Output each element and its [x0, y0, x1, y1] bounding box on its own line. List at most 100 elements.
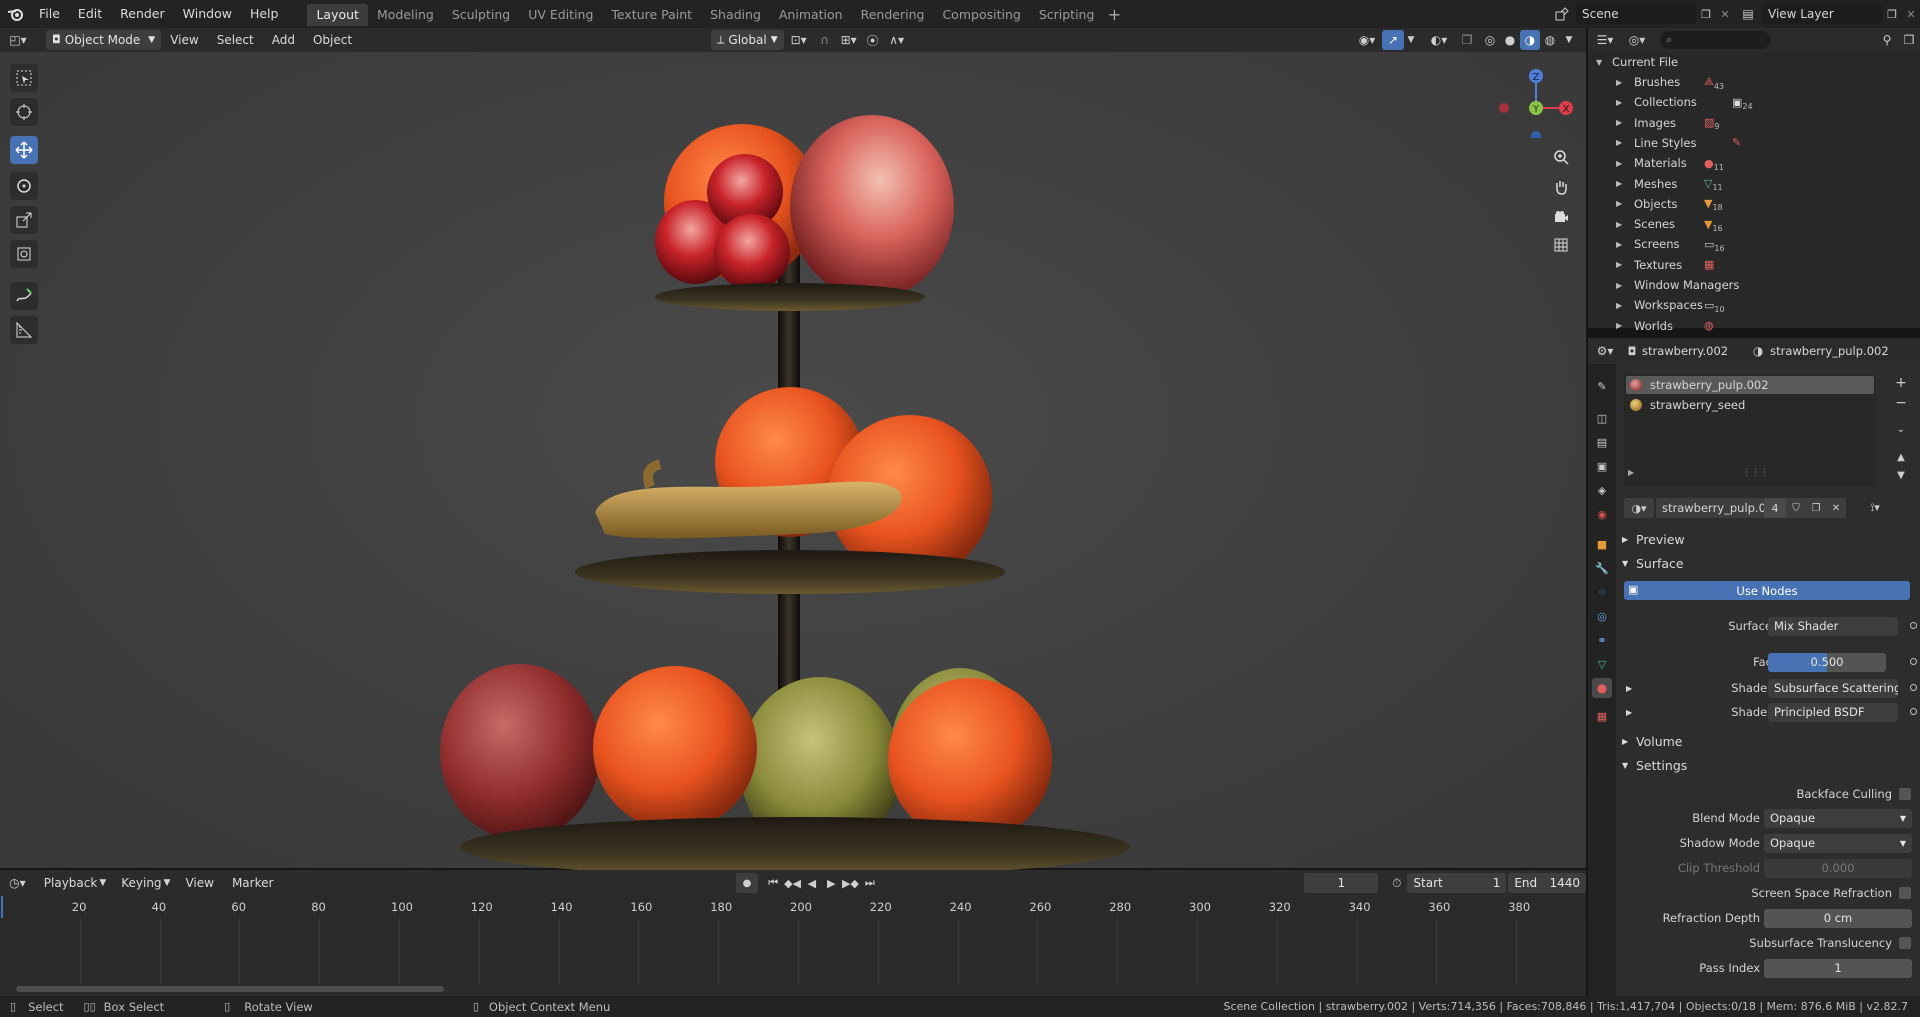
view-layer-tab-icon[interactable]: ▣ — [1592, 456, 1612, 476]
outliner-item[interactable]: ▶ Materials ● 11 — [1588, 153, 1920, 173]
output-tab-icon[interactable]: ▤ — [1592, 432, 1612, 452]
ssr-checkbox[interactable] — [1899, 887, 1911, 899]
navigation-gizmo[interactable]: Z Y X — [1486, 58, 1576, 138]
gizmo-dropdown-icon[interactable]: ▼ — [1404, 35, 1418, 45]
orientation-dropdown[interactable]: ⟂ Global ▼ — [711, 30, 784, 50]
outliner-item[interactable]: ▶ Screens ▭ 16 — [1588, 234, 1920, 254]
view-layer-icon[interactable]: ▤ — [1734, 7, 1762, 21]
outliner-item[interactable]: ▶ Objects ▼ 18 — [1588, 194, 1920, 214]
copy-scene-icon[interactable]: ❐ — [1696, 8, 1716, 21]
material-shading-icon[interactable]: ◑ — [1520, 30, 1540, 50]
expand-icon[interactable]: ▶ — [1626, 684, 1632, 693]
move-down-icon[interactable]: ▼ — [1892, 466, 1910, 484]
particles-tab-icon[interactable]: ⁘ — [1592, 582, 1612, 602]
outliner-item[interactable]: ▶ Scenes ▼ 16 — [1588, 214, 1920, 234]
slot-specials-icon[interactable]: ⌄ — [1892, 420, 1910, 438]
visibility-icon[interactable]: ◉▾ — [1352, 33, 1382, 47]
outliner-search[interactable]: ⌕ — [1660, 31, 1770, 49]
menu-help[interactable]: Help — [241, 0, 288, 28]
menu-playback[interactable]: Playback — [35, 870, 100, 896]
overlay-icon[interactable]: ◐▾ — [1424, 33, 1454, 47]
tab-compositing[interactable]: Compositing — [933, 4, 1029, 26]
camera-view-icon[interactable] — [1548, 204, 1574, 230]
timeline-body[interactable] — [0, 918, 1586, 996]
tab-modeling[interactable]: Modeling — [368, 4, 443, 26]
add-workspace-icon[interactable]: + — [1103, 5, 1125, 24]
tab-sculpting[interactable]: Sculpting — [443, 4, 519, 26]
menu-edit[interactable]: Edit — [69, 0, 111, 28]
menu-timeline-view[interactable]: View — [176, 870, 222, 896]
refraction-depth-field[interactable]: 0 cm — [1764, 908, 1912, 928]
material-slot-row[interactable]: strawberry_pulp.002 — [1626, 376, 1874, 394]
move-tool[interactable] — [10, 136, 38, 164]
material-slot-row[interactable]: strawberry_seed — [1626, 396, 1874, 414]
tab-animation[interactable]: Animation — [770, 4, 852, 26]
modifier-tab-icon[interactable]: 🔧 — [1592, 558, 1612, 578]
wireframe-shading-icon[interactable]: ◎ — [1480, 33, 1500, 47]
pass-index-field[interactable]: 1 — [1764, 958, 1912, 978]
socket-icon[interactable] — [1910, 658, 1917, 665]
shader2-field[interactable]: Principled BSDF — [1768, 702, 1898, 722]
surface-shader-field[interactable]: Mix Shader — [1768, 616, 1898, 636]
editor-type-icon[interactable]: ◰▾ — [0, 33, 36, 47]
outliner-editor-icon[interactable]: ☰▾ — [1588, 33, 1622, 47]
xray-icon[interactable]: ❐ — [1454, 33, 1480, 47]
fake-user-icon[interactable]: ⛉ — [1786, 498, 1806, 518]
resize-grip-icon[interactable]: ⋮⋮⋮ — [1742, 468, 1769, 478]
menu-render[interactable]: Render — [111, 0, 174, 28]
play-reverse-icon[interactable]: ◀ — [802, 877, 821, 890]
scale-tool[interactable] — [10, 206, 38, 234]
expand-icon[interactable]: ▶ — [1616, 281, 1628, 290]
shading-dropdown-icon[interactable]: ▼ — [1560, 35, 1578, 45]
expand-icon[interactable]: ▶ — [1628, 468, 1634, 477]
blender-logo-icon[interactable] — [0, 0, 30, 28]
annotate-tool[interactable] — [10, 282, 38, 310]
fac-slider[interactable]: 0.500 — [1768, 652, 1886, 672]
expand-icon[interactable]: ▶ — [1616, 98, 1628, 107]
menu-file[interactable]: File — [30, 0, 69, 28]
expand-icon[interactable]: ▶ — [1616, 240, 1628, 249]
menu-marker[interactable]: Marker — [223, 870, 282, 896]
data-tab-icon[interactable]: ▽ — [1592, 654, 1612, 674]
tab-uv-editing[interactable]: UV Editing — [519, 4, 602, 26]
tool-tab-icon[interactable]: ✎ — [1592, 376, 1612, 396]
physics-tab-icon[interactable]: ◎ — [1592, 606, 1612, 626]
timeline-editor-icon[interactable]: ◷▾ — [0, 876, 35, 890]
outliner-item[interactable]: ▶ Collections ▣ 24 — [1588, 92, 1920, 112]
world-tab-icon[interactable]: ◉ — [1592, 504, 1612, 524]
prev-keyframe-icon[interactable]: ◆◀ — [783, 877, 802, 890]
scene-icon[interactable] — [1548, 7, 1576, 21]
menu-select[interactable]: Select — [208, 28, 263, 52]
surface-panel-header[interactable]: ▼ Surface — [1622, 552, 1914, 574]
material-selector[interactable]: ◑▾ strawberry_pulp.002 4 ⛉ ❐ ✕ ⟟▾ — [1624, 498, 1914, 518]
expand-icon[interactable]: ▶ — [1616, 260, 1628, 269]
tab-layout[interactable]: Layout — [307, 3, 368, 26]
unlink-material-icon[interactable]: ✕ — [1826, 498, 1846, 518]
expand-icon[interactable]: ▶ — [1616, 321, 1628, 330]
move-up-icon[interactable]: ▲ — [1892, 448, 1910, 466]
volume-panel-header[interactable]: ▶ Volume — [1622, 730, 1914, 752]
menu-keying[interactable]: Keying — [112, 870, 163, 896]
settings-panel-header[interactable]: ▼ Settings — [1622, 754, 1914, 776]
outliner-item[interactable]: ▶ Textures ▦ — [1588, 255, 1920, 275]
properties-editor-icon[interactable]: ⚙▾ — [1588, 344, 1622, 358]
gizmo-toggle-icon[interactable]: ↗ — [1382, 30, 1404, 50]
current-frame-field[interactable]: 1 — [1304, 873, 1379, 893]
view-layer-field[interactable]: View Layer — [1762, 4, 1882, 24]
shader1-field[interactable]: Subsurface Scattering — [1768, 678, 1898, 698]
falloff-icon[interactable]: ∧▾ — [884, 33, 910, 47]
socket-icon[interactable] — [1910, 708, 1917, 715]
blend-mode-dropdown[interactable]: Opaque ▼ — [1764, 808, 1912, 828]
play-icon[interactable]: ▶ — [822, 877, 841, 890]
tab-rendering[interactable]: Rendering — [852, 4, 934, 26]
constraints-tab-icon[interactable]: ⚭ — [1592, 630, 1612, 650]
expand-icon[interactable]: ▶ — [1616, 118, 1628, 127]
outliner-item[interactable]: ▶ Images ▨ 9 — [1588, 113, 1920, 133]
snap-target-icon[interactable]: ⊞▾ — [836, 33, 862, 47]
material-name-field[interactable]: strawberry_pulp.002 — [1656, 498, 1764, 518]
menu-view[interactable]: View — [161, 28, 207, 52]
collapse-icon[interactable]: ▼ — [1596, 58, 1608, 67]
scene-field[interactable]: Scene — [1576, 4, 1696, 24]
copy-view-layer-icon[interactable]: ❐ — [1882, 8, 1902, 21]
perspective-grid-icon[interactable] — [1548, 232, 1574, 258]
